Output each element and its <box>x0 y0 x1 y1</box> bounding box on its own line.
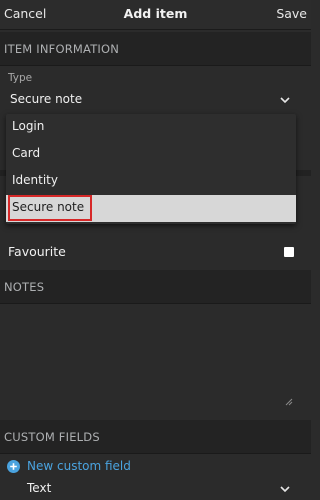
new-custom-field-button[interactable]: New custom field <box>7 458 207 476</box>
top-bar: Cancel Add item Save <box>0 0 311 30</box>
chevron-down-icon <box>280 97 290 104</box>
favourite-checkbox[interactable] <box>284 247 294 257</box>
type-label: Type <box>8 72 33 84</box>
item-information-header: ITEM INFORMATION <box>0 32 311 66</box>
page-title: Add item <box>123 6 188 21</box>
type-option-identity[interactable]: Identity <box>6 168 296 195</box>
type-dropdown-list: Login Card Identity Secure note <box>6 114 296 224</box>
type-option-login[interactable]: Login <box>6 114 296 141</box>
custom-field-type-value: Text <box>27 481 52 495</box>
save-button[interactable]: Save <box>276 6 307 21</box>
custom-fields-title: CUSTOM FIELDS <box>4 430 100 444</box>
type-option-label: Identity <box>12 173 58 187</box>
custom-fields-header: CUSTOM FIELDS <box>0 420 311 454</box>
notes-title: NOTES <box>4 280 45 294</box>
new-custom-field-label: New custom field <box>27 459 131 473</box>
type-option-card[interactable]: Card <box>6 141 296 168</box>
custom-field-type-select[interactable]: Text <box>6 479 294 499</box>
type-option-label: Secure note <box>12 200 85 214</box>
notes-textarea[interactable] <box>5 306 295 408</box>
type-option-label: Login <box>12 119 45 133</box>
type-option-label: Card <box>12 146 41 160</box>
item-information-title: ITEM INFORMATION <box>4 42 120 56</box>
chevron-down-icon <box>280 486 290 493</box>
notes-header: NOTES <box>0 270 311 304</box>
plus-circle-icon <box>7 460 20 473</box>
type-option-secure-note[interactable]: Secure note <box>6 195 296 222</box>
type-select-value: Secure note <box>10 92 83 106</box>
favourite-row: Favourite <box>0 236 311 270</box>
resize-handle-icon[interactable] <box>285 398 293 406</box>
type-select[interactable]: Secure note <box>6 89 294 111</box>
favourite-label: Favourite <box>8 244 66 259</box>
